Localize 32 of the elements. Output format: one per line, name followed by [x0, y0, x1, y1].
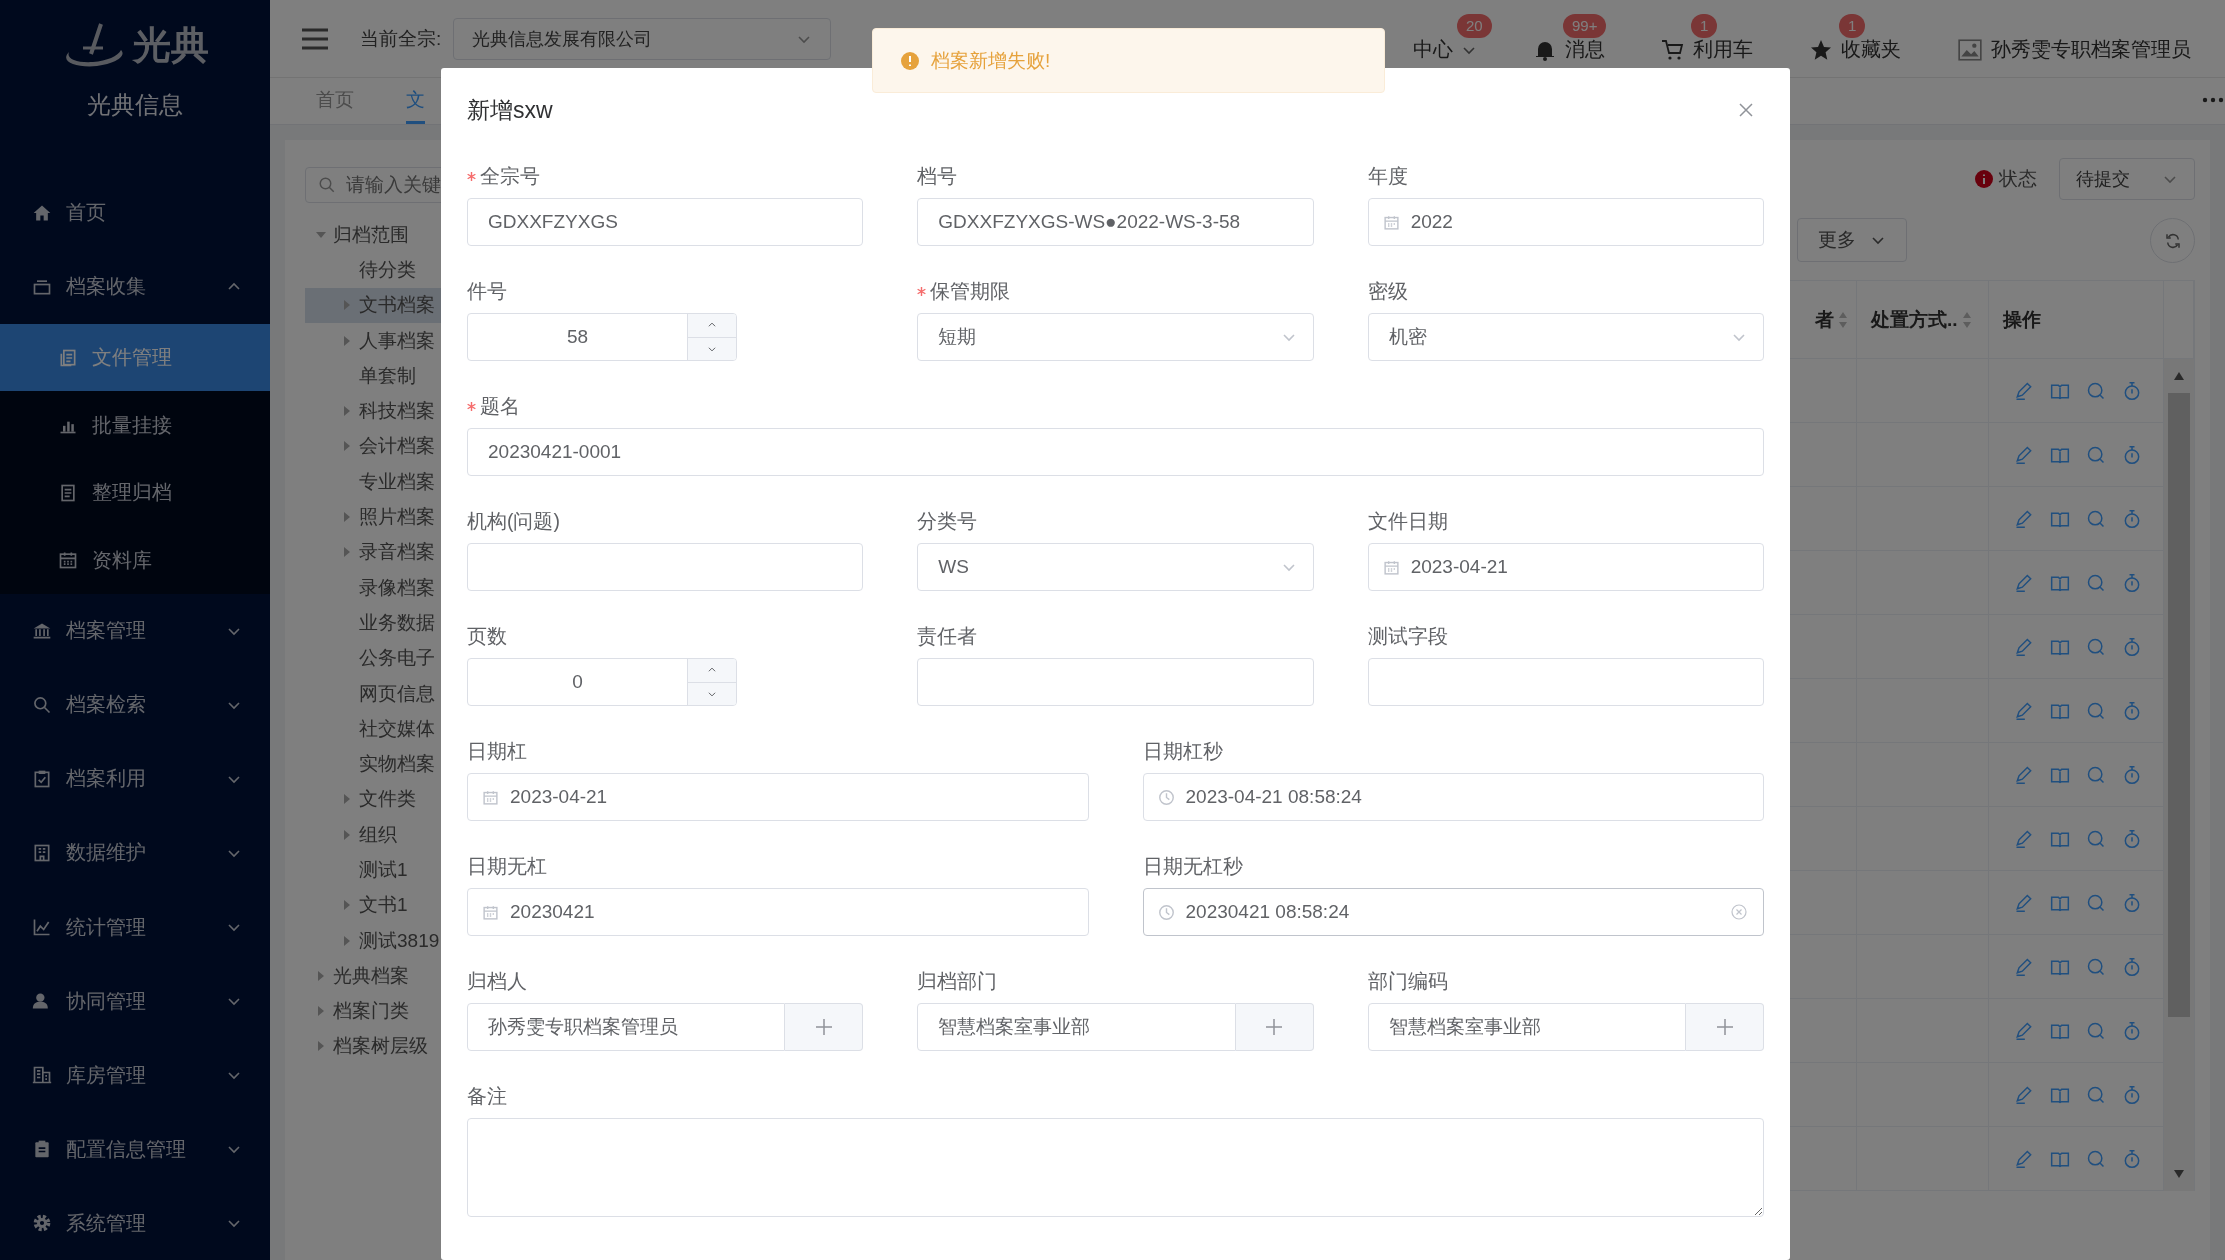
dialog-title: 新增sxw	[467, 96, 553, 124]
field-label: 全宗号	[480, 165, 540, 188]
column-header: 操作	[1989, 281, 2164, 358]
field-label: 备注	[467, 1085, 507, 1108]
field-label: 密级	[1367, 280, 1408, 303]
field-label: 年度	[1367, 165, 1408, 188]
field-label: 日期无杠	[467, 855, 547, 878]
field-label: 部门编码	[1367, 970, 1448, 993]
field-label: 档号	[917, 165, 958, 188]
brand-name: 光典信息	[87, 90, 183, 120]
count-badge: 99+	[1563, 14, 1607, 38]
field-label: 件号	[467, 280, 507, 303]
field-label: 责任者	[917, 625, 978, 648]
field-label: 日期杠	[467, 740, 527, 763]
field-label: 测试字段	[1367, 625, 1448, 648]
count-badge: 20	[1457, 14, 1492, 38]
field-label: 归档人	[467, 970, 527, 993]
field-label: 页数	[467, 625, 507, 648]
field-label: 日期杠秒	[1142, 740, 1223, 763]
field-label: 日期无杠秒	[1142, 855, 1243, 878]
field-label: 保管期限	[930, 280, 1011, 303]
field-label: 分类号	[917, 510, 978, 533]
field-label: 机构(问题)	[467, 510, 560, 533]
field-label: 归档部门	[917, 970, 998, 993]
field-label: 文件日期	[1367, 510, 1448, 533]
logo-text: 光典	[133, 23, 209, 68]
count-badge: 1	[1839, 14, 1866, 38]
toast-text: 档案新增失败!	[931, 48, 1051, 73]
status-label: 状态	[1999, 167, 2037, 191]
fonds-label: 当前全宗:	[360, 26, 442, 51]
field-label: 题名	[480, 395, 520, 418]
count-badge: 1	[1691, 14, 1718, 38]
